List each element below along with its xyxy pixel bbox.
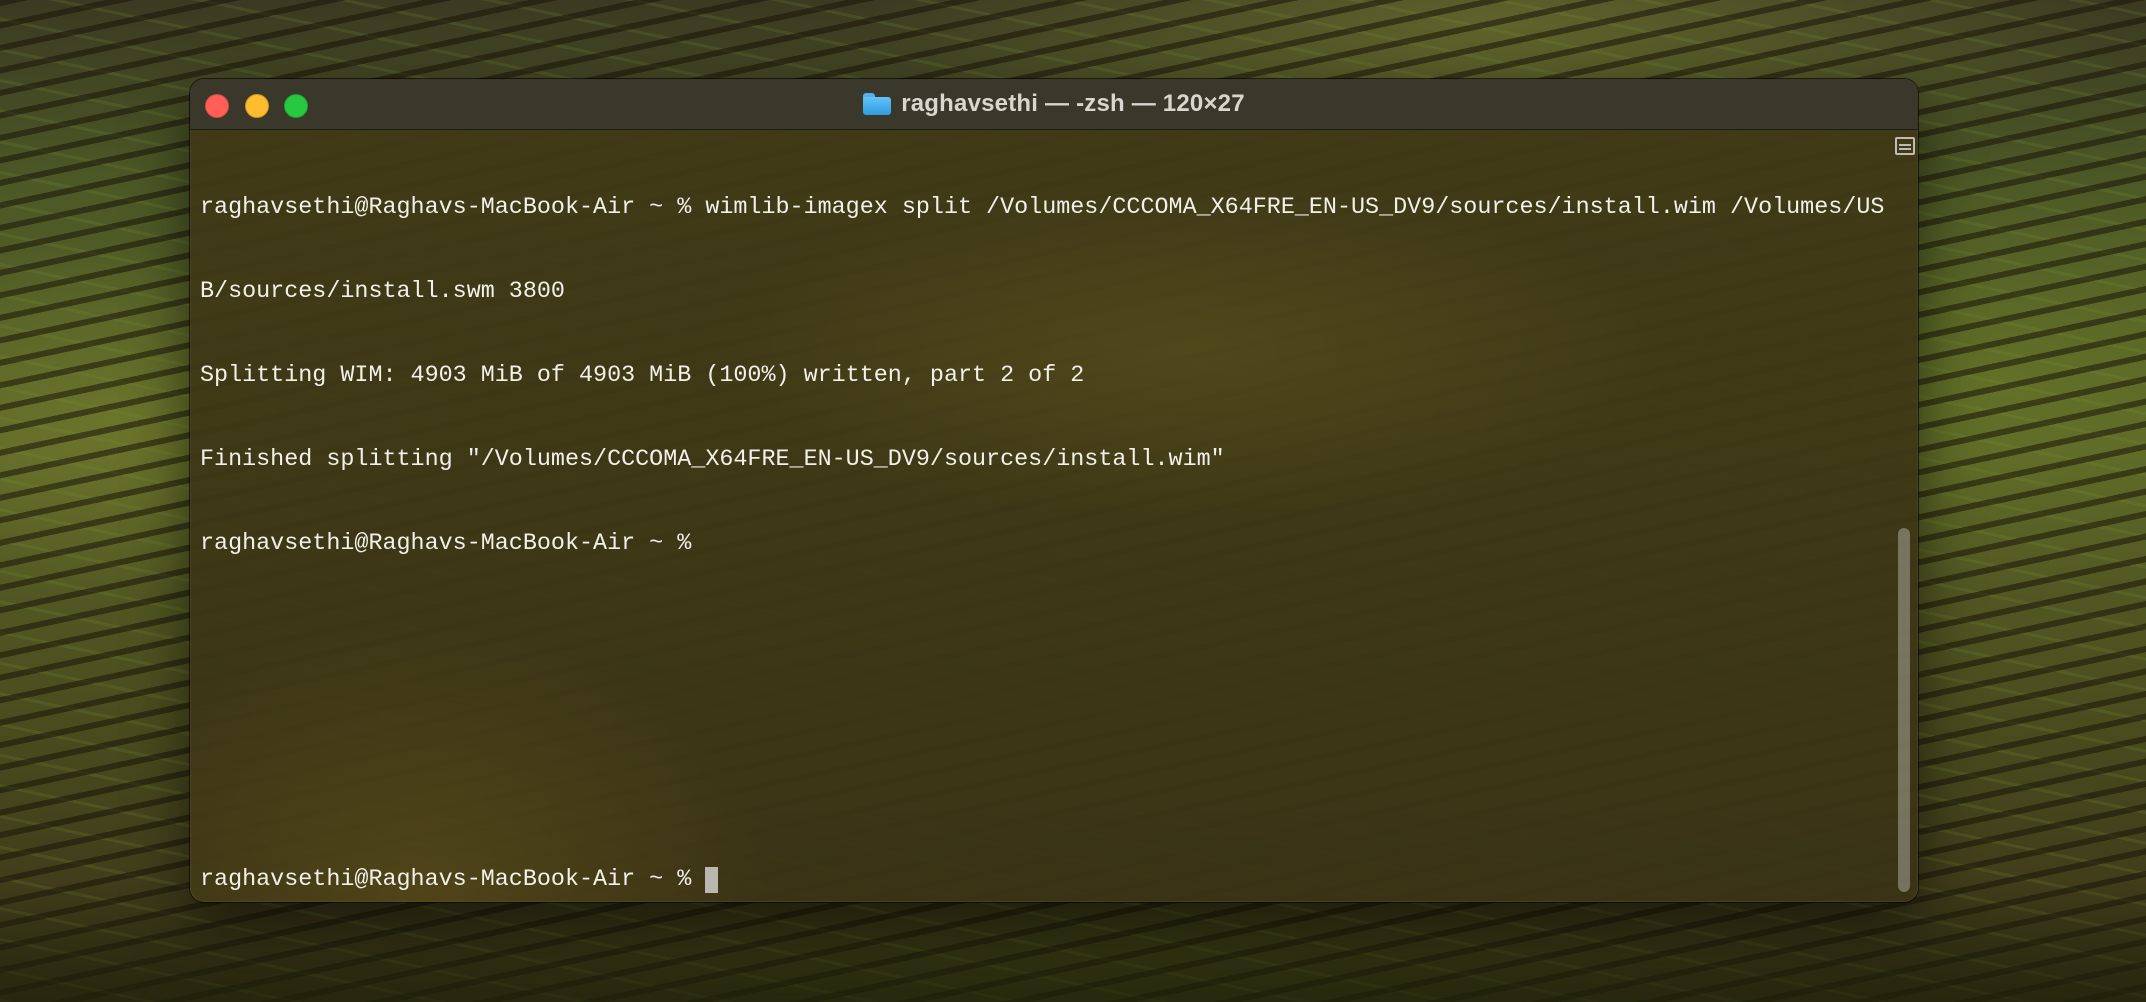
terminal-line: raghavsethi@Raghavs-MacBook-Air ~ % <box>200 531 692 557</box>
window-title: raghavsethi — -zsh — 120×27 <box>901 90 1245 117</box>
terminal-output: raghavsethi@Raghavs-MacBook-Air ~ % wiml… <box>200 138 1884 586</box>
terminal-line: Splitting WIM: 4903 MiB of 4903 MiB (100… <box>200 363 1085 389</box>
active-prompt-line[interactable]: raghavsethi@Raghavs-MacBook-Air ~ % <box>200 866 719 894</box>
terminal-line: Finished splitting "/Volumes/CCCOMA_X64F… <box>200 447 1225 473</box>
title-bar[interactable]: raghavsethi — -zsh — 120×27 <box>190 79 1918 130</box>
terminal-line: raghavsethi@Raghavs-MacBook-Air ~ % wiml… <box>200 195 1885 221</box>
terminal-line: B/sources/install.swm 3800 <box>200 279 565 305</box>
prompt-text: raghavsethi@Raghavs-MacBook-Air ~ % <box>200 867 692 893</box>
window-title-group: raghavsethi — -zsh — 120×27 <box>190 79 1918 129</box>
text-cursor <box>705 867 719 893</box>
folder-icon <box>863 93 892 115</box>
split-pane-icon[interactable] <box>1895 137 1915 155</box>
vertical-scrollbar[interactable] <box>1898 528 1910 892</box>
